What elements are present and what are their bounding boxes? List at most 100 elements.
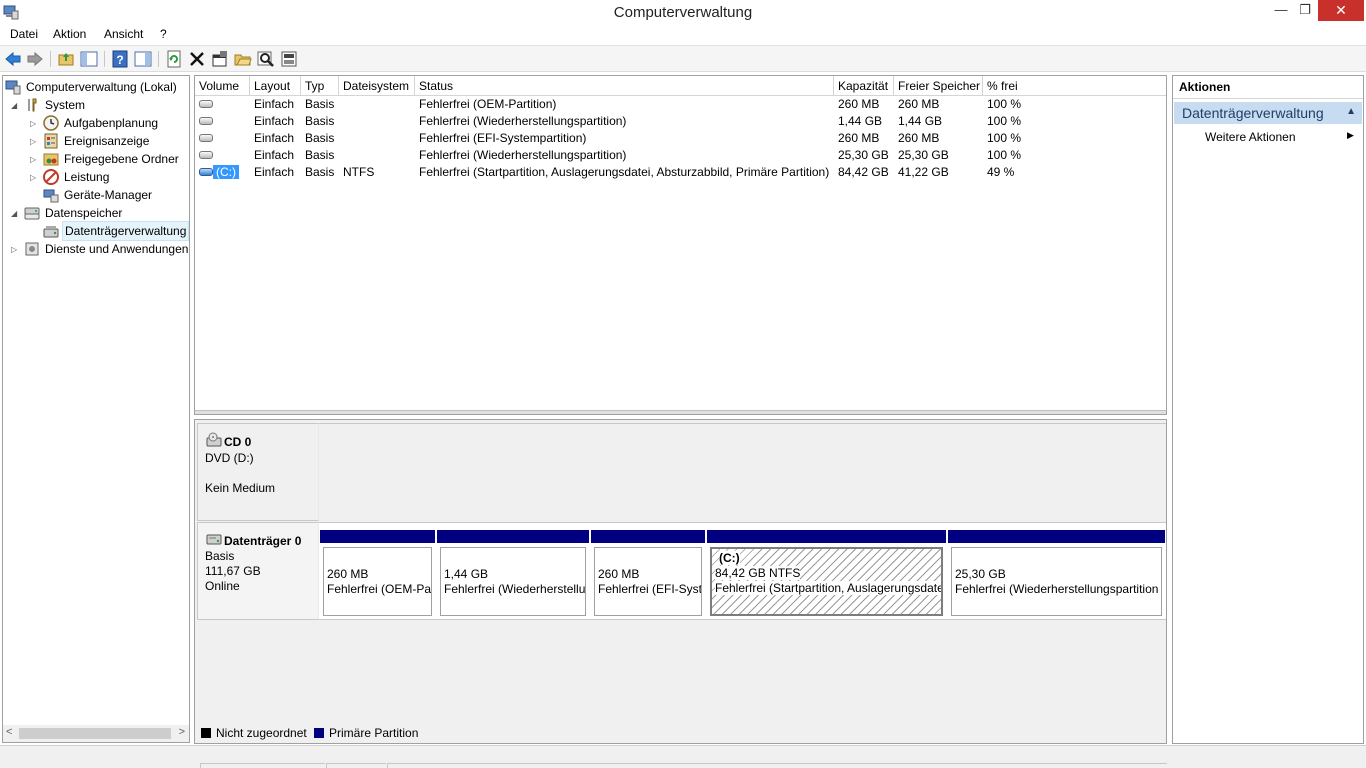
partition-status: Fehlerfrei (Startpartition, Auslagerungs… xyxy=(715,581,943,595)
partition-recovery-1[interactable]: 1,44 GB Fehlerfrei (Wiederherstellu xyxy=(437,530,589,618)
up-folder-icon[interactable] xyxy=(57,50,75,68)
column-header-kapazitaet[interactable]: Kapazität xyxy=(834,76,894,96)
volume-row[interactable]: Einfach Basis Fehlerfrei (OEM-Partition)… xyxy=(195,96,1166,113)
collapse-arrow-icon[interactable]: ◢ xyxy=(11,209,20,218)
settings-icon[interactable] xyxy=(280,50,298,68)
disk0-info[interactable]: Datenträger 0 Basis 111,67 GB Online xyxy=(197,522,319,620)
disk-icon xyxy=(199,151,213,159)
cell-volume xyxy=(215,113,250,130)
actions-header: Aktionen xyxy=(1173,76,1363,99)
toolbar-separator xyxy=(158,51,159,67)
expand-arrow-icon[interactable]: ▷ xyxy=(11,245,20,254)
expand-arrow-icon[interactable]: ▷ xyxy=(30,173,39,182)
close-button[interactable]: ✕ xyxy=(1318,0,1364,21)
column-header-volume[interactable]: Volume xyxy=(195,76,250,96)
menu-datei[interactable]: Datei xyxy=(10,27,38,41)
cell-typ: Basis xyxy=(305,165,335,179)
legend-swatch-unallocated xyxy=(201,728,211,738)
cell-status: Fehlerfrei (OEM-Partition) xyxy=(419,97,557,111)
storage-icon xyxy=(24,207,40,220)
partition-type-bar xyxy=(320,530,435,543)
cell-volume xyxy=(215,96,250,113)
cell-layout: Einfach xyxy=(254,114,295,128)
scrollbar-thumb[interactable] xyxy=(19,728,171,739)
maximize-button[interactable]: ❐ xyxy=(1292,0,1318,21)
partition-oem[interactable]: 260 MB Fehlerfrei (OEM-Pa xyxy=(320,530,435,618)
cell-typ: Basis xyxy=(305,131,335,145)
tree-label-datenspeicher: Datenspeicher xyxy=(45,206,123,220)
cell-kapazitaet: 260 MB xyxy=(838,131,880,145)
show-hide-action-icon[interactable] xyxy=(134,50,152,68)
volume-row[interactable]: Einfach Basis Fehlerfrei (EFI-Systempart… xyxy=(195,130,1166,147)
partition-status: Fehlerfrei (OEM-Pa xyxy=(327,582,432,596)
search-icon[interactable] xyxy=(257,50,275,68)
column-header-layout[interactable]: Layout xyxy=(250,76,301,96)
action-weitere-aktionen[interactable]: Weitere Aktionen xyxy=(1205,130,1296,144)
partition-type-bar xyxy=(437,530,589,543)
help-icon[interactable]: ? xyxy=(111,50,129,68)
cell-status: Fehlerfrei (Wiederherstellungspartition) xyxy=(419,148,627,162)
cell-prozent-frei: 100 % xyxy=(987,131,1022,145)
volume-row-selected[interactable]: (C:) Einfach Basis NTFS Fehlerfrei (Star… xyxy=(195,164,1166,181)
expand-arrow-icon[interactable]: ▷ xyxy=(30,155,39,164)
cell-volume xyxy=(215,147,250,164)
scroll-left-icon[interactable]: < xyxy=(6,726,12,738)
svg-text:?: ? xyxy=(116,53,123,67)
expand-arrow-icon[interactable]: ▷ xyxy=(30,119,39,128)
column-header-dateisystem[interactable]: Dateisystem xyxy=(339,76,415,96)
volume-row[interactable]: Einfach Basis Fehlerfrei (Wiederherstell… xyxy=(195,147,1166,164)
cell-dateisystem xyxy=(339,147,415,164)
cell-prozent-frei: 100 % xyxy=(987,148,1022,162)
tree-horizontal-scrollbar[interactable]: < > xyxy=(3,725,189,742)
toolbar: ? xyxy=(0,45,1366,72)
column-header-freier-speicher[interactable]: Freier Speicher xyxy=(894,76,983,96)
actions-section-datentraegerverwaltung[interactable]: Datenträgerverwaltung ▲ xyxy=(1174,102,1362,124)
scroll-right-icon[interactable]: > xyxy=(179,726,185,738)
partition-status: Fehlerfrei (EFI-Syste xyxy=(598,582,702,596)
show-hide-tree-icon[interactable] xyxy=(80,50,98,68)
cell-status: Fehlerfrei (EFI-Systempartition) xyxy=(419,131,587,145)
partition-size: 1,44 GB xyxy=(444,567,489,581)
disk-icon xyxy=(199,134,213,142)
cell-typ: Basis xyxy=(305,148,335,162)
cell-prozent-frei: 100 % xyxy=(987,114,1022,128)
cell-status: Fehlerfrei (Startpartition, Auslagerungs… xyxy=(419,165,830,179)
column-header-status[interactable]: Status xyxy=(415,76,834,96)
cd0-area[interactable] xyxy=(319,423,1166,521)
menu-help[interactable]: ? xyxy=(160,27,167,41)
title-bar: Computerverwaltung — ❐ ✕ xyxy=(0,0,1366,24)
open-folder-icon[interactable] xyxy=(234,50,252,68)
forward-arrow-icon[interactable] xyxy=(26,50,44,68)
column-header-typ[interactable]: Typ xyxy=(301,76,339,96)
pane-splitter[interactable] xyxy=(195,410,1166,414)
disk-management-icon xyxy=(43,226,59,238)
partition-recovery-2[interactable]: 25,30 GB Fehlerfrei (Wiederherstellungsp… xyxy=(948,530,1165,618)
cd0-info[interactable]: CD 0 DVD (D:) Kein Medium xyxy=(197,423,319,521)
submenu-arrow-icon[interactable]: ▶ xyxy=(1347,130,1354,141)
back-arrow-icon[interactable] xyxy=(4,50,22,68)
partition-efi[interactable]: 260 MB Fehlerfrei (EFI-Syste xyxy=(591,530,705,618)
expand-arrow-icon[interactable]: ▷ xyxy=(30,137,39,146)
properties-icon[interactable] xyxy=(211,50,229,68)
menu-ansicht[interactable]: Ansicht xyxy=(104,27,143,41)
collapse-up-icon[interactable]: ▲ xyxy=(1346,106,1356,117)
partition-size: 260 MB xyxy=(327,567,369,581)
collapse-arrow-icon[interactable]: ◢ xyxy=(11,101,20,110)
delete-icon[interactable] xyxy=(188,50,206,68)
minimize-button[interactable]: — xyxy=(1268,0,1294,21)
cell-dateisystem xyxy=(339,96,415,113)
column-header-prozent-frei[interactable]: % frei xyxy=(983,76,1166,96)
cell-kapazitaet: 25,30 GB xyxy=(838,148,889,162)
cell-volume: (C:) xyxy=(213,164,250,181)
partition-c-selected[interactable]: (C:) 84,42 GB NTFS Fehlerfrei (Startpart… xyxy=(707,530,946,618)
cell-volume xyxy=(215,130,250,147)
partition-size: 25,30 GB xyxy=(955,567,1006,581)
cell-dateisystem xyxy=(339,113,415,130)
performance-icon xyxy=(43,169,59,185)
volume-row[interactable]: Einfach Basis Fehlerfrei (Wiederherstell… xyxy=(195,113,1166,130)
menu-aktion[interactable]: Aktion xyxy=(53,27,86,41)
legend-label-primary: Primäre Partition xyxy=(329,726,419,740)
refresh-icon[interactable] xyxy=(165,50,183,68)
partition-size: 260 MB xyxy=(598,567,640,581)
tree-label-freigegebene-ordner: Freigegebene Ordner xyxy=(64,152,179,166)
